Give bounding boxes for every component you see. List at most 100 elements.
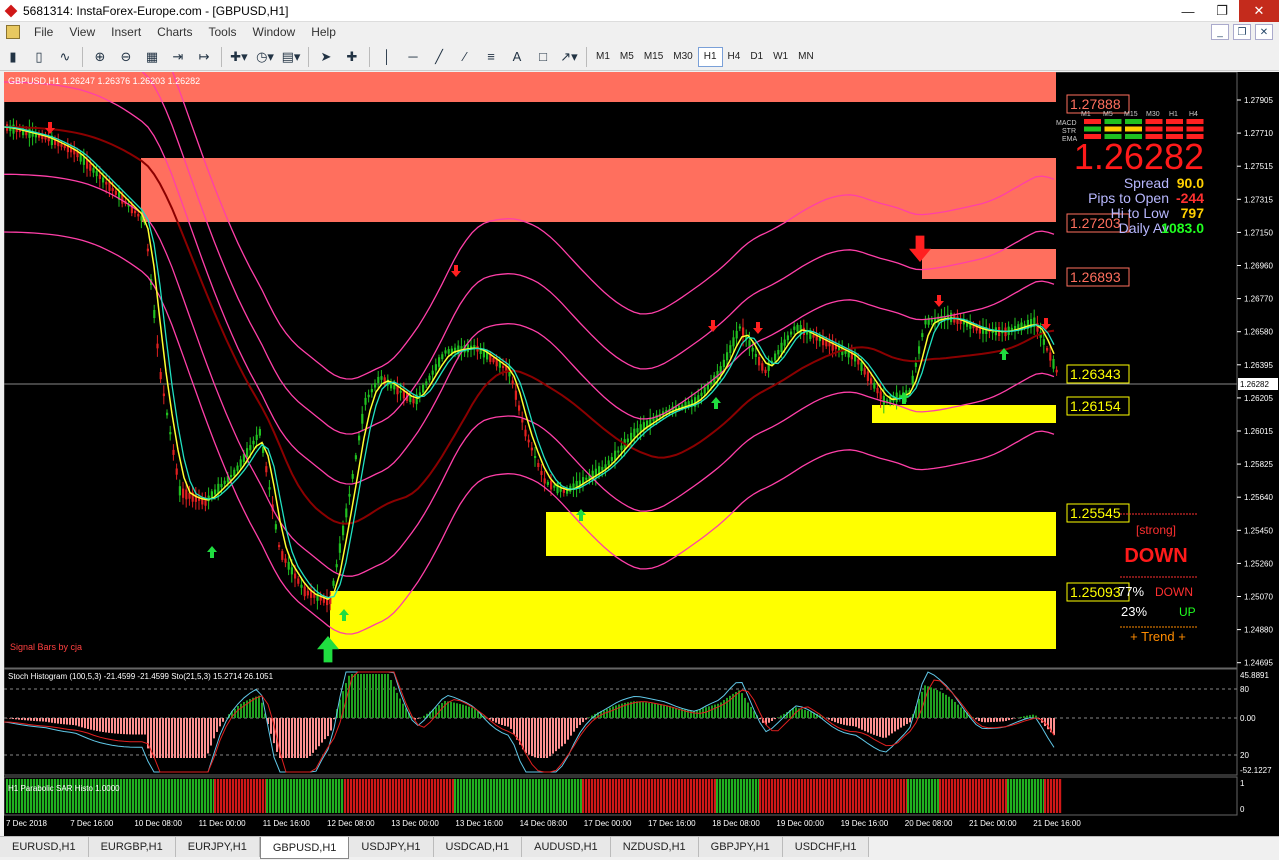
menu-charts[interactable]: Charts <box>149 25 200 39</box>
price-chart[interactable]: GBPUSD,H1 1.26247 1.26376 1.26203 1.2628… <box>3 71 1279 836</box>
sar-bar <box>523 779 526 813</box>
periods-icon[interactable]: ◷▾ <box>254 46 276 68</box>
timeframe-m5[interactable]: M5 <box>615 47 639 67</box>
sar-bar <box>195 779 198 813</box>
auto-scroll-icon[interactable]: ⇥ <box>167 46 189 68</box>
tab-usdchf[interactable]: USDCHF,H1 <box>782 837 870 857</box>
sar-bar <box>591 779 594 813</box>
line-chart-icon[interactable]: ∿ <box>54 46 76 68</box>
sar-bar <box>777 779 780 813</box>
chart-header: GBPUSD,H1 1.26247 1.26376 1.26203 1.2628… <box>8 76 200 86</box>
price-axis-label: 1.27905 <box>1244 96 1273 105</box>
timeframe-d1[interactable]: D1 <box>745 47 768 67</box>
stoch-bar <box>987 718 989 723</box>
tab-eurusd[interactable]: EURUSD,H1 <box>0 837 89 857</box>
child-restore-icon[interactable]: ❐ <box>1233 24 1251 40</box>
child-close-icon[interactable]: ✕ <box>1255 24 1273 40</box>
candle-body <box>924 319 927 325</box>
sar-bar <box>296 779 299 813</box>
sar-bar <box>180 779 183 813</box>
stoch-bar <box>381 674 383 718</box>
sar-bar <box>247 779 250 813</box>
vertical-line-icon[interactable]: │ <box>376 46 398 68</box>
channel-icon[interactable]: ⁄ <box>454 46 476 68</box>
indicators-icon[interactable]: ✚▾ <box>228 46 250 68</box>
zoom-in-icon[interactable]: ⊕ <box>89 46 111 68</box>
stoch-bar <box>27 718 29 721</box>
sar-bar <box>840 779 843 813</box>
candle-body <box>735 330 738 339</box>
menu-tools[interactable]: Tools <box>201 25 245 39</box>
sar-bar <box>913 779 916 813</box>
stoch-bar <box>669 706 671 718</box>
sar-bar <box>514 779 517 813</box>
child-minimize-icon[interactable]: _ <box>1211 24 1229 40</box>
stoch-bar <box>108 718 110 733</box>
tab-eurgbp[interactable]: EURGBP,H1 <box>88 837 176 857</box>
timeframe-h1[interactable]: H1 <box>697 46 723 67</box>
stoch-bar <box>492 718 494 722</box>
candlestick-icon[interactable]: ▯ <box>28 46 50 68</box>
label-icon[interactable]: □ <box>532 46 554 68</box>
chart-shift-icon[interactable]: ↦ <box>193 46 215 68</box>
fibonacci-icon[interactable]: ≡ <box>480 46 502 68</box>
stoch-bar <box>951 699 953 718</box>
stoch-bar <box>45 718 47 722</box>
minimize-icon[interactable]: — <box>1171 0 1205 22</box>
arrows-icon[interactable]: ↗▾ <box>558 46 580 68</box>
stoch-bar <box>549 718 551 757</box>
candle-body <box>95 171 98 177</box>
tab-gbpusd[interactable]: GBPUSD,H1 <box>259 837 350 859</box>
stoch-bar <box>693 710 695 718</box>
tile-windows-icon[interactable]: ▦ <box>141 46 163 68</box>
tab-eurjpy[interactable]: EURJPY,H1 <box>175 837 260 857</box>
menu-view[interactable]: View <box>61 25 103 39</box>
candle-body <box>546 481 549 485</box>
timeframe-mn[interactable]: MN <box>793 47 819 67</box>
menu-help[interactable]: Help <box>303 25 344 39</box>
tab-usdcad[interactable]: USDCAD,H1 <box>433 837 523 857</box>
sar-bar <box>762 779 765 813</box>
chart-window[interactable]: GBPUSD,H1 1.26247 1.26376 1.26203 1.2628… <box>3 71 1279 836</box>
stoch-panel <box>3 668 1238 776</box>
sar-bar <box>907 779 910 813</box>
sar-bar <box>708 779 711 813</box>
dash-pips-label: Pips to Open <box>1088 190 1169 206</box>
candle-body <box>290 567 293 575</box>
cursor-icon[interactable]: ➤ <box>315 46 337 68</box>
time-axis-label: 13 Dec 00:00 <box>391 819 439 828</box>
timeframe-m1[interactable]: M1 <box>591 47 615 67</box>
dash-cell <box>1104 119 1122 124</box>
crosshair-icon[interactable]: ✚ <box>341 46 363 68</box>
timeframe-h4[interactable]: H4 <box>723 47 746 67</box>
tab-nzdusd[interactable]: NZDUSD,H1 <box>610 837 699 857</box>
tab-usdjpy[interactable]: USDJPY,H1 <box>349 837 434 857</box>
sar-bar <box>910 779 913 813</box>
close-icon[interactable]: ✕ <box>1239 0 1279 22</box>
candle-body <box>492 358 495 363</box>
maximize-icon[interactable]: ❐ <box>1205 0 1239 22</box>
timeframe-m30[interactable]: M30 <box>668 47 697 67</box>
tab-gbpjpy[interactable]: GBPJPY,H1 <box>698 837 783 857</box>
text-icon[interactable]: A <box>506 46 528 68</box>
sar-bar <box>544 779 547 813</box>
stoch-bar <box>540 718 542 758</box>
stoch-bar <box>957 704 959 718</box>
menu-file[interactable]: File <box>26 25 61 39</box>
stoch-bar <box>633 701 635 718</box>
stoch-bar <box>120 718 122 734</box>
stoch-bar <box>57 718 59 724</box>
menu-insert[interactable]: Insert <box>103 25 149 39</box>
stoch-bar <box>36 718 38 722</box>
timeframe-w1[interactable]: W1 <box>768 47 793 67</box>
trendline-icon[interactable]: ╱ <box>428 46 450 68</box>
bar-chart-icon[interactable]: ▮ <box>2 46 24 68</box>
sar-bar <box>963 779 966 813</box>
horizontal-line-icon[interactable]: ─ <box>402 46 424 68</box>
stoch-bar <box>930 687 932 718</box>
zoom-out-icon[interactable]: ⊖ <box>115 46 137 68</box>
timeframe-m15[interactable]: M15 <box>639 47 668 67</box>
templates-icon[interactable]: ▤▾ <box>280 46 302 68</box>
tab-audusd[interactable]: AUDUSD,H1 <box>522 837 611 857</box>
menu-window[interactable]: Window <box>245 25 304 39</box>
